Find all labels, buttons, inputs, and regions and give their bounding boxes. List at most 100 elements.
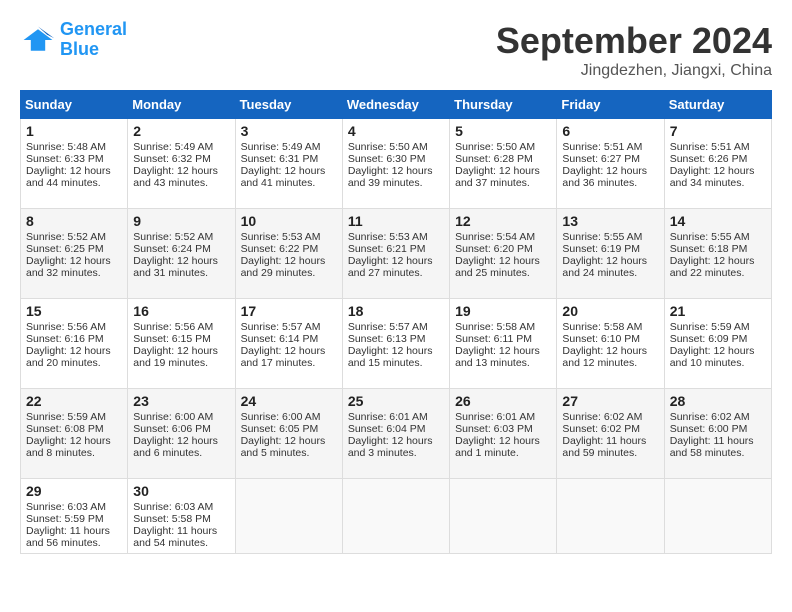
sunset-label: Sunset: 6:06 PM (133, 423, 211, 435)
calendar-cell: 28 Sunrise: 6:02 AM Sunset: 6:00 PM Dayl… (664, 389, 771, 479)
day-number: 24 (241, 393, 337, 409)
sunset-label: Sunset: 5:59 PM (26, 513, 104, 525)
daylight-label: Daylight: 12 hours and 24 minutes. (562, 255, 647, 279)
day-number: 16 (133, 303, 229, 319)
calendar-cell: 11 Sunrise: 5:53 AM Sunset: 6:21 PM Dayl… (342, 209, 449, 299)
calendar-cell: 9 Sunrise: 5:52 AM Sunset: 6:24 PM Dayli… (128, 209, 235, 299)
day-number: 17 (241, 303, 337, 319)
day-number: 26 (455, 393, 551, 409)
col-sunday: Sunday (21, 91, 128, 119)
calendar-cell: 10 Sunrise: 5:53 AM Sunset: 6:22 PM Dayl… (235, 209, 342, 299)
sunrise-label: Sunrise: 6:03 AM (133, 501, 213, 513)
sunset-label: Sunset: 6:11 PM (455, 333, 532, 345)
daylight-label: Daylight: 12 hours and 8 minutes. (26, 435, 111, 459)
sunrise-label: Sunrise: 5:55 AM (562, 231, 642, 243)
daylight-label: Daylight: 12 hours and 1 minute. (455, 435, 540, 459)
title-block: September 2024 Jingdezhen, Jiangxi, Chin… (496, 20, 772, 80)
calendar-cell: 18 Sunrise: 5:57 AM Sunset: 6:13 PM Dayl… (342, 299, 449, 389)
day-number: 13 (562, 213, 658, 229)
day-number: 4 (348, 123, 444, 139)
sunset-label: Sunset: 6:20 PM (455, 243, 533, 255)
col-friday: Friday (557, 91, 664, 119)
col-tuesday: Tuesday (235, 91, 342, 119)
col-monday: Monday (128, 91, 235, 119)
day-number: 7 (670, 123, 766, 139)
daylight-label: Daylight: 12 hours and 41 minutes. (241, 165, 326, 189)
day-number: 20 (562, 303, 658, 319)
calendar-cell: 2 Sunrise: 5:49 AM Sunset: 6:32 PM Dayli… (128, 119, 235, 209)
day-number: 29 (26, 483, 122, 499)
calendar-week-row: 15 Sunrise: 5:56 AM Sunset: 6:16 PM Dayl… (21, 299, 772, 389)
calendar-cell (664, 479, 771, 554)
calendar-cell: 22 Sunrise: 5:59 AM Sunset: 6:08 PM Dayl… (21, 389, 128, 479)
sunrise-label: Sunrise: 5:58 AM (455, 321, 535, 333)
daylight-label: Daylight: 12 hours and 6 minutes. (133, 435, 218, 459)
day-number: 1 (26, 123, 122, 139)
sunset-label: Sunset: 6:28 PM (455, 153, 533, 165)
calendar-cell: 21 Sunrise: 5:59 AM Sunset: 6:09 PM Dayl… (664, 299, 771, 389)
sunrise-label: Sunrise: 5:59 AM (26, 411, 106, 423)
col-wednesday: Wednesday (342, 91, 449, 119)
daylight-label: Daylight: 11 hours and 54 minutes. (133, 525, 217, 549)
calendar-cell (557, 479, 664, 554)
day-number: 8 (26, 213, 122, 229)
daylight-label: Daylight: 12 hours and 3 minutes. (348, 435, 433, 459)
daylight-label: Daylight: 11 hours and 58 minutes. (670, 435, 754, 459)
calendar-cell: 7 Sunrise: 5:51 AM Sunset: 6:26 PM Dayli… (664, 119, 771, 209)
day-number: 23 (133, 393, 229, 409)
sunset-label: Sunset: 6:33 PM (26, 153, 104, 165)
daylight-label: Daylight: 12 hours and 37 minutes. (455, 165, 540, 189)
sunset-label: Sunset: 6:31 PM (241, 153, 319, 165)
sunrise-label: Sunrise: 5:57 AM (241, 321, 321, 333)
day-number: 9 (133, 213, 229, 229)
calendar-week-row: 29 Sunrise: 6:03 AM Sunset: 5:59 PM Dayl… (21, 479, 772, 554)
daylight-label: Daylight: 12 hours and 12 minutes. (562, 345, 647, 369)
calendar-cell (342, 479, 449, 554)
daylight-label: Daylight: 12 hours and 43 minutes. (133, 165, 218, 189)
sunrise-label: Sunrise: 5:50 AM (455, 141, 535, 153)
sunrise-label: Sunrise: 5:53 AM (348, 231, 428, 243)
sunset-label: Sunset: 6:18 PM (670, 243, 748, 255)
daylight-label: Daylight: 12 hours and 13 minutes. (455, 345, 540, 369)
daylight-label: Daylight: 12 hours and 25 minutes. (455, 255, 540, 279)
calendar-cell: 1 Sunrise: 5:48 AM Sunset: 6:33 PM Dayli… (21, 119, 128, 209)
sunrise-label: Sunrise: 6:00 AM (133, 411, 213, 423)
sunrise-label: Sunrise: 6:02 AM (562, 411, 642, 423)
calendar-cell: 13 Sunrise: 5:55 AM Sunset: 6:19 PM Dayl… (557, 209, 664, 299)
sunrise-label: Sunrise: 5:52 AM (133, 231, 213, 243)
daylight-label: Daylight: 12 hours and 27 minutes. (348, 255, 433, 279)
sunset-label: Sunset: 6:02 PM (562, 423, 640, 435)
daylight-label: Daylight: 12 hours and 10 minutes. (670, 345, 755, 369)
daylight-label: Daylight: 12 hours and 19 minutes. (133, 345, 218, 369)
daylight-label: Daylight: 12 hours and 31 minutes. (133, 255, 218, 279)
logo-text: GeneralBlue (60, 20, 127, 60)
daylight-label: Daylight: 11 hours and 59 minutes. (562, 435, 646, 459)
day-number: 14 (670, 213, 766, 229)
sunrise-label: Sunrise: 5:55 AM (670, 231, 750, 243)
sunrise-label: Sunrise: 5:57 AM (348, 321, 428, 333)
day-number: 12 (455, 213, 551, 229)
page-header: GeneralBlue September 2024 Jingdezhen, J… (20, 20, 772, 80)
sunset-label: Sunset: 6:22 PM (241, 243, 319, 255)
calendar-cell: 26 Sunrise: 6:01 AM Sunset: 6:03 PM Dayl… (450, 389, 557, 479)
sunset-label: Sunset: 6:32 PM (133, 153, 211, 165)
sunset-label: Sunset: 6:15 PM (133, 333, 211, 345)
calendar-cell (450, 479, 557, 554)
col-thursday: Thursday (450, 91, 557, 119)
sunrise-label: Sunrise: 6:01 AM (455, 411, 535, 423)
calendar-cell: 23 Sunrise: 6:00 AM Sunset: 6:06 PM Dayl… (128, 389, 235, 479)
day-number: 15 (26, 303, 122, 319)
sunset-label: Sunset: 6:05 PM (241, 423, 319, 435)
month-year-title: September 2024 (496, 20, 772, 62)
daylight-label: Daylight: 12 hours and 29 minutes. (241, 255, 326, 279)
calendar-table: Sunday Monday Tuesday Wednesday Thursday… (20, 90, 772, 554)
calendar-cell (235, 479, 342, 554)
day-number: 28 (670, 393, 766, 409)
sunrise-label: Sunrise: 5:51 AM (562, 141, 642, 153)
sunset-label: Sunset: 6:14 PM (241, 333, 319, 345)
sunrise-label: Sunrise: 5:51 AM (670, 141, 750, 153)
sunrise-label: Sunrise: 5:58 AM (562, 321, 642, 333)
day-number: 6 (562, 123, 658, 139)
day-number: 22 (26, 393, 122, 409)
daylight-label: Daylight: 12 hours and 20 minutes. (26, 345, 111, 369)
